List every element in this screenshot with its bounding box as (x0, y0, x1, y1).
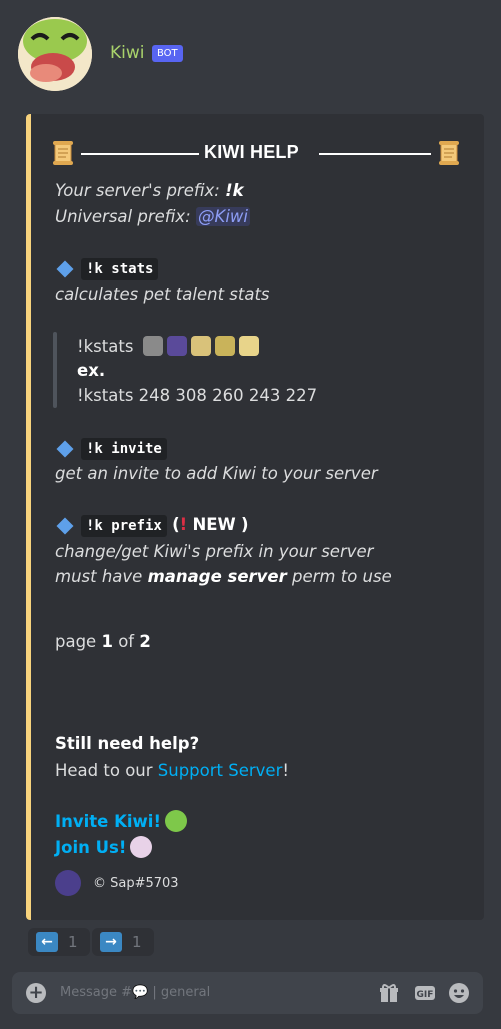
command-desc: get an invite to add Kiwi to your server (55, 464, 378, 483)
reaction-count: 1 (132, 933, 142, 951)
server-prefix-line: Your server's prefix: !k (55, 181, 244, 200)
command-desc-line-1: change/get Kiwi's prefix in your server (55, 542, 374, 561)
frog-face-icon (18, 17, 92, 91)
page-indicator: page 1 of 2 (55, 632, 151, 651)
grinning-face-icon (165, 810, 187, 832)
bot-badge: BOT (152, 45, 183, 62)
bot-username[interactable]: Kiwi (110, 43, 145, 63)
footer-avatar (55, 870, 81, 896)
title-divider-left (81, 153, 199, 155)
join-us-link[interactable]: Join Us! (55, 838, 126, 857)
quote-line-1: !kstats (77, 336, 263, 356)
help-post: ! (282, 761, 289, 780)
kiwi-mention[interactable]: @Kiwi (196, 207, 250, 226)
gem-icon (238, 336, 259, 356)
invite-kiwi-link[interactable]: Invite Kiwi! (55, 812, 161, 831)
desc-text: perm to use (286, 567, 392, 586)
new-label: NEW (192, 515, 236, 534)
embed-title: KIWI HELP (204, 142, 299, 162)
page-current: 1 (101, 632, 113, 651)
arrow-left-icon: ← (36, 932, 58, 952)
help-pre: Head to our (55, 761, 158, 780)
reaction-count: 1 (68, 933, 78, 951)
bot-avatar[interactable] (18, 17, 92, 91)
emoji-icon[interactable] (448, 982, 470, 1004)
command-code: !k invite (81, 438, 167, 460)
message-input-bar: + Message #💬 | general GIF (12, 972, 483, 1014)
footer-text: © Sap#5703 (93, 876, 179, 891)
cat-face-icon (130, 836, 153, 858)
server-prefix-value: !k (225, 181, 244, 200)
exclamation-icon: ! (179, 515, 188, 534)
blue-diamond-icon (56, 440, 74, 457)
quote-text: !kstats (77, 337, 134, 356)
universal-prefix-label: Universal prefix: (55, 207, 196, 226)
add-attachment-button[interactable]: + (26, 983, 46, 1003)
invite-line: Invite Kiwi! (55, 810, 187, 832)
reaction-left-arrow[interactable]: ← 1 (28, 928, 90, 956)
book-icon (166, 336, 187, 356)
scroll-icon (439, 141, 459, 165)
page-mid: of (112, 632, 140, 651)
page-pre: page (55, 632, 102, 651)
support-server-link[interactable]: Support Server (158, 761, 283, 780)
blue-diamond-icon (56, 260, 74, 277)
server-prefix-label: Your server's prefix: (55, 181, 226, 200)
gif-icon[interactable]: GIF (414, 982, 436, 1004)
paren-close: ) (240, 515, 249, 534)
command-code: !k prefix (81, 515, 167, 537)
boot-icon (190, 336, 211, 356)
scroll-icon (53, 141, 73, 165)
universal-prefix-line: Universal prefix: @Kiwi (55, 207, 250, 226)
help-embed: KIWI HELP Your server's prefix: !k Unive… (26, 114, 484, 920)
embed-title-row: KIWI HELP (51, 140, 461, 166)
command-prefix-line: !k prefix (! NEW ) (55, 515, 249, 537)
blue-diamond-icon (56, 517, 74, 534)
weight-icon (142, 336, 163, 356)
command-stats-line: !k stats (55, 258, 159, 280)
quote-line-3: !kstats 248 308 260 243 227 (77, 386, 318, 405)
desc-bold: manage server (147, 567, 287, 586)
command-code: !k stats (81, 258, 159, 280)
desc-text: must have (55, 567, 148, 586)
command-invite-line: !k invite (55, 438, 167, 460)
paren-open: ( (172, 515, 180, 534)
page-total: 2 (139, 632, 151, 651)
command-desc: calculates pet talent stats (55, 285, 270, 304)
help-heading: Still need help? (55, 734, 200, 753)
join-line: Join Us! (55, 836, 153, 858)
message-input[interactable]: Message #💬 | general (60, 985, 210, 1000)
help-line: Head to our Support Server! (55, 761, 289, 780)
reaction-right-arrow[interactable]: → 1 (92, 928, 154, 956)
bell-icon (214, 336, 235, 356)
quote-line-2: ex. (77, 361, 106, 380)
gift-icon[interactable] (378, 982, 400, 1004)
title-divider-right (319, 153, 431, 155)
command-desc-line-2: must have manage server perm to use (55, 567, 392, 586)
arrow-right-icon: → (100, 932, 122, 952)
blockquote-bar (53, 332, 57, 408)
svg-text:GIF: GIF (417, 990, 434, 1000)
